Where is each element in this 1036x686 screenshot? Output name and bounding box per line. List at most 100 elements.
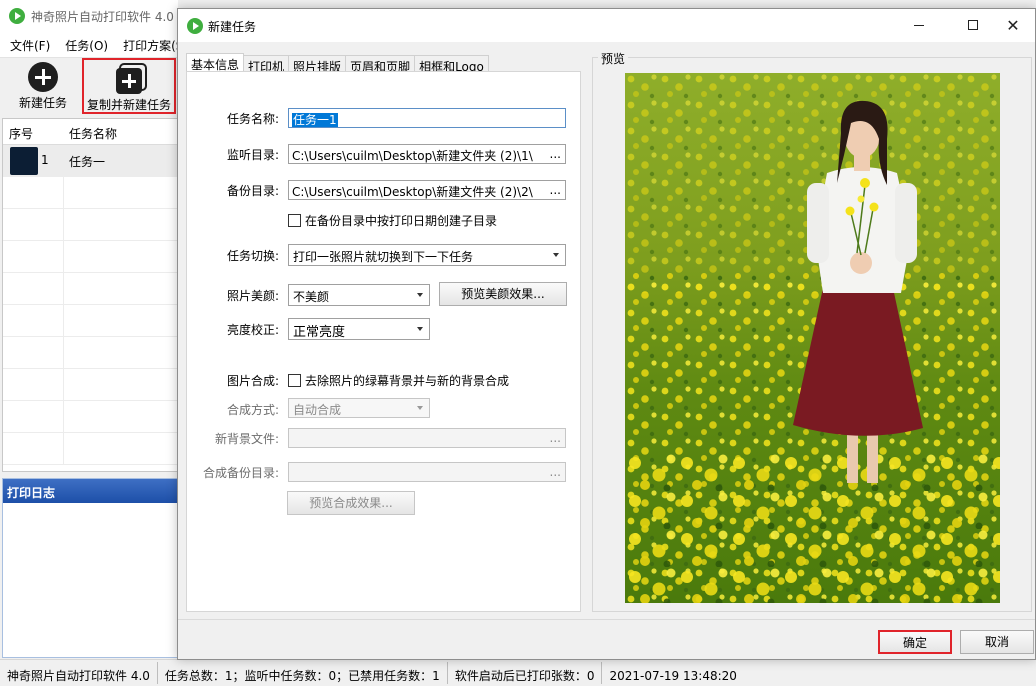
status-datetime: 2021-07-19 13:48:20 bbox=[609, 669, 737, 683]
new-bg-label: 新背景文件: bbox=[214, 432, 279, 446]
dialog-title: 新建任务 bbox=[208, 20, 257, 34]
brightness-value: 正常亮度 bbox=[293, 325, 346, 340]
brightness-label: 亮度校正: bbox=[226, 323, 279, 337]
dialog-logo-icon bbox=[187, 18, 203, 34]
chevron-down-icon bbox=[417, 293, 423, 297]
backup-dir-input[interactable]: C:\Users\cuilm\Desktop\新建文件夹 (2)\2\ ... bbox=[288, 180, 566, 200]
new-task-label: 新建任务 bbox=[18, 96, 67, 110]
dialog-tabs: 基本信息 打印机 照片排版 页眉和页脚 相框和Logo bbox=[186, 52, 489, 75]
compose-mode-label: 合成方式: bbox=[226, 403, 279, 417]
status-app-name: 神奇照片自动打印软件 4.0 bbox=[0, 662, 158, 684]
toolbar: 新建任务 复制并新建任务 bbox=[0, 58, 178, 116]
backup-dir-value: C:\Users\cuilm\Desktop\新建文件夹 (2)\2\ bbox=[292, 185, 533, 199]
table-row[interactable]: 1 任务一 bbox=[3, 145, 177, 177]
table-row-empty bbox=[3, 369, 177, 401]
menu-file[interactable]: 文件(F) bbox=[0, 32, 55, 54]
beauty-label: 照片美颜: bbox=[226, 289, 279, 303]
preview-compose-button[interactable]: 预览合成效果... bbox=[287, 491, 415, 515]
chevron-down-icon bbox=[553, 253, 559, 257]
compose-backup-browse-button[interactable]: ... bbox=[550, 465, 561, 479]
status-printed-count: 软件启动后已打印张数：0 bbox=[448, 662, 603, 684]
table-row-empty bbox=[3, 273, 177, 305]
close-icon: ✕ bbox=[1006, 16, 1020, 35]
table-row-empty bbox=[3, 401, 177, 433]
column-divider bbox=[63, 401, 64, 432]
basic-info-panel: 任务名称: 任务一1 监听目录: C:\Users\cuilm\Desktop\… bbox=[186, 71, 581, 612]
preview-image bbox=[625, 73, 1000, 603]
preview-title: 预览 bbox=[598, 50, 629, 67]
table-row-empty bbox=[3, 337, 177, 369]
dialog-titlebar[interactable]: 新建任务 ✕ bbox=[178, 9, 1035, 42]
beauty-value: 不美颜 bbox=[293, 290, 330, 304]
col-header-index[interactable]: 序号 bbox=[9, 125, 33, 142]
chevron-down-icon bbox=[417, 406, 423, 410]
copy-new-task-label: 复制并新建任务 bbox=[86, 98, 171, 112]
new-task-button[interactable]: 新建任务 bbox=[12, 58, 74, 114]
new-bg-input[interactable]: ... bbox=[288, 428, 566, 448]
minimize-button[interactable] bbox=[896, 9, 942, 42]
preview-photo bbox=[625, 73, 1000, 603]
status-task-counts: 任务总数：1；监听中任务数：0；已禁用任务数：1 bbox=[158, 662, 448, 684]
task-name-value: 任务一1 bbox=[292, 113, 338, 127]
date-subdir-checkbox[interactable]: 在备份目录中按打印日期创建子目录 bbox=[288, 212, 497, 229]
app-logo-icon bbox=[9, 8, 25, 24]
watch-dir-value: C:\Users\cuilm\Desktop\新建文件夹 (2)\1\ bbox=[292, 149, 533, 163]
plus-circle-icon bbox=[28, 62, 58, 92]
table-row-empty bbox=[3, 177, 177, 209]
column-divider bbox=[63, 145, 64, 176]
task-name-input[interactable]: 任务一1 bbox=[288, 108, 566, 128]
task-index: 1 bbox=[41, 153, 49, 167]
new-bg-browse-button[interactable]: ... bbox=[550, 431, 561, 445]
chevron-down-icon bbox=[417, 327, 423, 331]
table-row-empty bbox=[3, 433, 177, 465]
task-name-label: 任务名称: bbox=[226, 112, 279, 126]
backup-dir-label: 备份目录: bbox=[226, 184, 279, 198]
compose-backup-input[interactable]: ... bbox=[288, 462, 566, 482]
preview-beauty-button[interactable]: 预览美颜效果... bbox=[439, 282, 567, 306]
table-row-empty bbox=[3, 241, 177, 273]
close-button[interactable]: ✕ bbox=[990, 9, 1036, 42]
backup-dir-browse-button[interactable]: ... bbox=[550, 183, 561, 197]
column-divider bbox=[63, 369, 64, 400]
column-divider bbox=[63, 433, 64, 464]
task-thumbnail bbox=[10, 147, 38, 175]
watch-dir-input[interactable]: C:\Users\cuilm\Desktop\新建文件夹 (2)\1\ ... bbox=[288, 144, 566, 164]
watch-dir-label: 监听目录: bbox=[226, 148, 279, 162]
task-switch-select[interactable]: 打印一张照片就切换到下一下任务 bbox=[288, 244, 566, 266]
compose-label: 图片合成: bbox=[226, 374, 279, 388]
menubar: 文件(F)任务(O)打印方案(S) bbox=[0, 32, 178, 58]
task-table: 序号 任务名称 1 任务一 bbox=[2, 118, 178, 472]
menu-print-scheme[interactable]: 打印方案(S) bbox=[113, 32, 178, 54]
column-divider bbox=[63, 305, 64, 336]
compose-mode-value: 自动合成 bbox=[293, 403, 342, 417]
date-subdir-checkbox-box[interactable] bbox=[288, 214, 301, 227]
menu-task[interactable]: 任务(O) bbox=[55, 32, 113, 54]
compose-checkbox-label: 去除照片的绿幕背景并与新的背景合成 bbox=[305, 374, 510, 388]
table-row-empty bbox=[3, 305, 177, 337]
statusbar: 神奇照片自动打印软件 4.0 任务总数：1；监听中任务数：0；已禁用任务数：1 软件… bbox=[0, 659, 1036, 685]
print-log-title: 打印日志 bbox=[3, 479, 177, 503]
col-header-name[interactable]: 任务名称 bbox=[69, 125, 117, 142]
compose-backup-label: 合成备份目录: bbox=[202, 466, 279, 480]
column-divider bbox=[63, 209, 64, 240]
task-switch-value: 打印一张照片就切换到下一下任务 bbox=[293, 250, 474, 264]
minimize-icon bbox=[914, 24, 924, 26]
print-log-panel: 打印日志 bbox=[2, 478, 178, 658]
task-switch-label: 任务切换: bbox=[226, 249, 279, 263]
compose-checkbox-box[interactable] bbox=[288, 374, 301, 387]
copy-plus-icon bbox=[116, 68, 142, 94]
copy-new-task-button[interactable]: 复制并新建任务 bbox=[82, 58, 176, 114]
brightness-select[interactable]: 正常亮度 bbox=[288, 318, 430, 340]
dialog-footer: 确定 取消 bbox=[178, 619, 1035, 659]
new-task-dialog: 新建任务 ✕ 基本信息 打印机 照片排版 页眉和页脚 相框和Logo 任务名称: 任务一… bbox=[177, 8, 1036, 660]
date-subdir-checkbox-label: 在备份目录中按打印日期创建子目录 bbox=[305, 214, 498, 228]
watch-dir-browse-button[interactable]: ... bbox=[550, 147, 561, 161]
ok-button[interactable]: 确定 bbox=[878, 630, 952, 654]
compose-mode-select[interactable]: 自动合成 bbox=[288, 398, 430, 418]
app-title: 神奇照片自动打印软件 4.0 bbox=[31, 10, 174, 24]
cancel-button[interactable]: 取消 bbox=[960, 630, 1034, 654]
beauty-select[interactable]: 不美颜 bbox=[288, 284, 430, 306]
column-divider bbox=[63, 241, 64, 272]
compose-checkbox[interactable]: 去除照片的绿幕背景并与新的背景合成 bbox=[288, 372, 509, 389]
maximize-icon bbox=[968, 20, 978, 30]
